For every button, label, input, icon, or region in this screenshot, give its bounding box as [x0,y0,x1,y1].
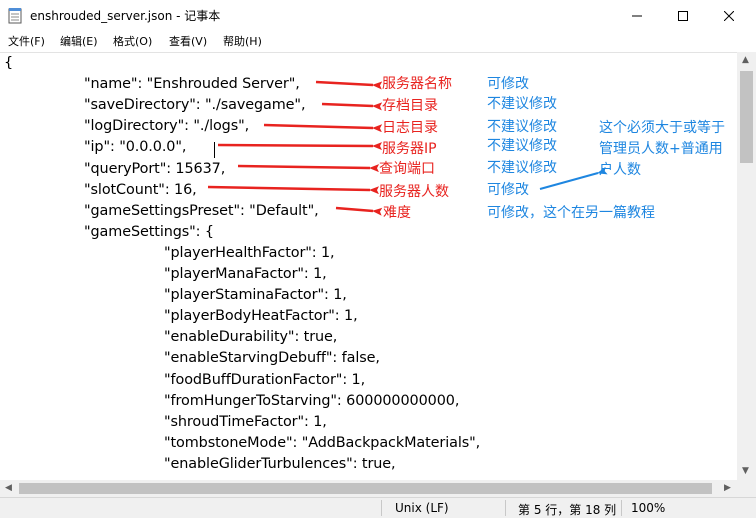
menu-edit[interactable]: 编辑(E) [60,33,98,49]
editor-line[interactable]: "tombstoneMode": "AddBackpackMaterials", [164,435,480,456]
status-zoom: 100% [631,501,666,515]
vertical-scroll-thumb[interactable] [740,71,753,163]
maximize-icon [678,10,688,21]
editor-line[interactable]: "saveDirectory": "./savegame", [84,97,306,118]
editor-line[interactable]: "foodBuffDurationFactor": 1, [164,372,365,393]
scroll-right-icon[interactable]: ▶ [724,484,731,493]
close-button[interactable] [706,0,752,31]
minimize-button[interactable] [614,0,660,31]
editor-line[interactable]: "playerBodyHeatFactor": 1, [164,308,358,329]
editor-line[interactable]: "playerHealthFactor": 1, [164,245,335,266]
scroll-down-icon[interactable]: ▼ [742,467,749,476]
status-separator [381,500,382,516]
notepad-window: enshrouded_server.json - 记事本 文件(F) 编辑(E)… [0,0,756,518]
editor-line[interactable]: "queryPort": 15637, [84,161,225,182]
status-separator [621,500,622,516]
editor-line[interactable]: "gameSettings": { [84,224,214,245]
editor-line[interactable]: "enableGliderTurbulences": true, [164,456,396,477]
vertical-scrollbar[interactable]: ▲ ▼ [737,52,756,480]
status-cursor-position: 第 5 行，第 18 列 [518,503,617,517]
scroll-up-icon[interactable]: ▲ [742,56,749,65]
maximize-button[interactable] [660,0,706,31]
status-bar: Unix (LF) 第 5 行，第 18 列 100% [0,497,756,518]
editor-line[interactable]: "playerStaminaFactor": 1, [164,287,347,308]
editor-line[interactable]: "ip": "0.0.0.0", [84,139,186,160]
editor-line[interactable]: "slotCount": 16, [84,182,197,203]
status-separator [505,500,506,516]
horizontal-scrollbar[interactable]: ◀ ▶ [0,480,737,497]
title-bar[interactable]: enshrouded_server.json - 记事本 [0,0,756,31]
minimize-icon [632,15,642,16]
notepad-app-icon [8,8,22,24]
editor-line[interactable]: "fromHungerToStarving": 600000000000, [164,393,459,414]
menu-view[interactable]: 查看(V) [169,33,207,49]
menu-file[interactable]: 文件(F) [8,33,45,49]
editor-line[interactable]: "gameSettingsPreset": "Default", [84,203,319,224]
editor-line[interactable]: "name": "Enshrouded Server", [84,76,300,97]
editor-line[interactable]: "shroudTimeFactor": 1, [164,414,327,435]
menu-bar: 文件(F) 编辑(E) 格式(O) 查看(V) 帮助(H) [0,31,756,52]
editor-content[interactable]: { "name": "Enshrouded Server", "saveDirect… [0,53,737,481]
editor-line[interactable]: "enableDurability": true, [164,329,337,350]
menu-format[interactable]: 格式(O) [113,33,152,49]
editor-line[interactable]: { [4,55,13,76]
scroll-left-icon[interactable]: ◀ [5,484,12,493]
menu-help[interactable]: 帮助(H) [223,33,262,49]
scrollbar-corner [737,480,756,497]
editor-line[interactable]: "logDirectory": "./logs", [84,118,249,139]
status-line-ending: Unix (LF) [395,501,449,515]
editor-line[interactable]: "enableStarvingDebuff": false, [164,350,380,371]
text-editor[interactable]: { "name": "Enshrouded Server", "saveDirect… [0,52,737,481]
editor-line[interactable]: "playerManaFactor": 1, [164,266,327,287]
horizontal-scroll-thumb[interactable] [19,483,712,494]
window-title: enshrouded_server.json - 记事本 [30,9,221,23]
text-caret [214,142,215,159]
close-icon [724,10,734,21]
